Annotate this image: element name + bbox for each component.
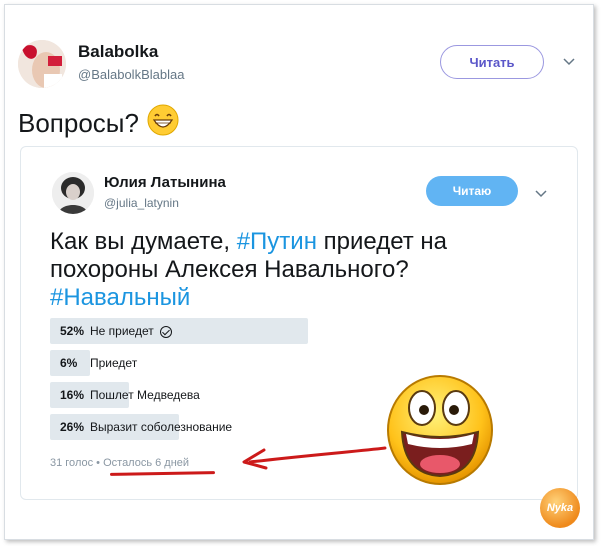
user-handle[interactable]: @BalabolkBlablaa <box>78 67 184 82</box>
quoted-user-handle[interactable]: @julia_latynin <box>104 196 179 210</box>
user-name[interactable]: Balabolka <box>78 42 158 62</box>
user-avatar[interactable] <box>18 40 66 88</box>
chevron-down-icon[interactable] <box>563 55 575 69</box>
quoted-user-name[interactable]: Юлия Латынина <box>104 174 226 191</box>
meta-separator: • <box>96 457 101 469</box>
poll-label-text: Пошлет Медведева <box>90 388 200 402</box>
hashtag-navalny[interactable]: #Навальный <box>50 284 190 311</box>
poll-option: 16% Пошлет Медведева <box>50 382 350 408</box>
tweet-text: Вопросы? <box>18 104 179 143</box>
poll-percent: 6% <box>60 356 78 370</box>
poll-label-text: Выразит соболезнование <box>90 420 233 434</box>
poll-label-text: Не приедет <box>90 324 154 338</box>
vote-count: 31 голос <box>50 457 94 469</box>
poll-bar <box>50 318 308 344</box>
poll-label-text: Приедет <box>90 356 138 370</box>
poll-label: Выразит соболезнование <box>90 420 232 434</box>
poll-percent: 52% <box>60 324 85 338</box>
tweet-text-content: Вопросы? <box>18 108 139 138</box>
poll-label: Приедет <box>90 356 137 370</box>
quoted-tweet-text: Как вы думаете, #Путин приедет на похоро… <box>50 228 470 312</box>
quoted-user-avatar[interactable] <box>52 172 94 214</box>
question-text: Как вы думаете, <box>50 228 237 255</box>
poll-percent: 16% <box>60 388 85 402</box>
chevron-down-icon[interactable] <box>535 187 547 201</box>
laughing-emoji-icon <box>387 375 493 485</box>
check-circle-icon <box>159 326 172 338</box>
follow-button[interactable]: Читать <box>440 45 544 79</box>
hashtag-putin[interactable]: #Путин <box>237 228 317 255</box>
poll-label: Не приедет <box>90 324 172 338</box>
grinning-emoji-icon <box>147 104 179 143</box>
following-button[interactable]: Читаю <box>426 176 518 206</box>
watermark-logo: Nyka <box>540 488 580 528</box>
poll-percent: 26% <box>60 420 85 434</box>
time-left: Осталось 6 дней <box>103 457 190 469</box>
poll-option: 52% Не приедет <box>50 318 350 344</box>
poll-meta: 31 голос • Осталось 6 дней <box>50 457 189 469</box>
red-arrow-icon <box>242 446 387 470</box>
poll-option: 6% Приедет <box>50 350 350 376</box>
poll-label: Пошлет Медведева <box>90 388 200 402</box>
poll-option: 26% Выразит соболезнование <box>50 414 350 440</box>
